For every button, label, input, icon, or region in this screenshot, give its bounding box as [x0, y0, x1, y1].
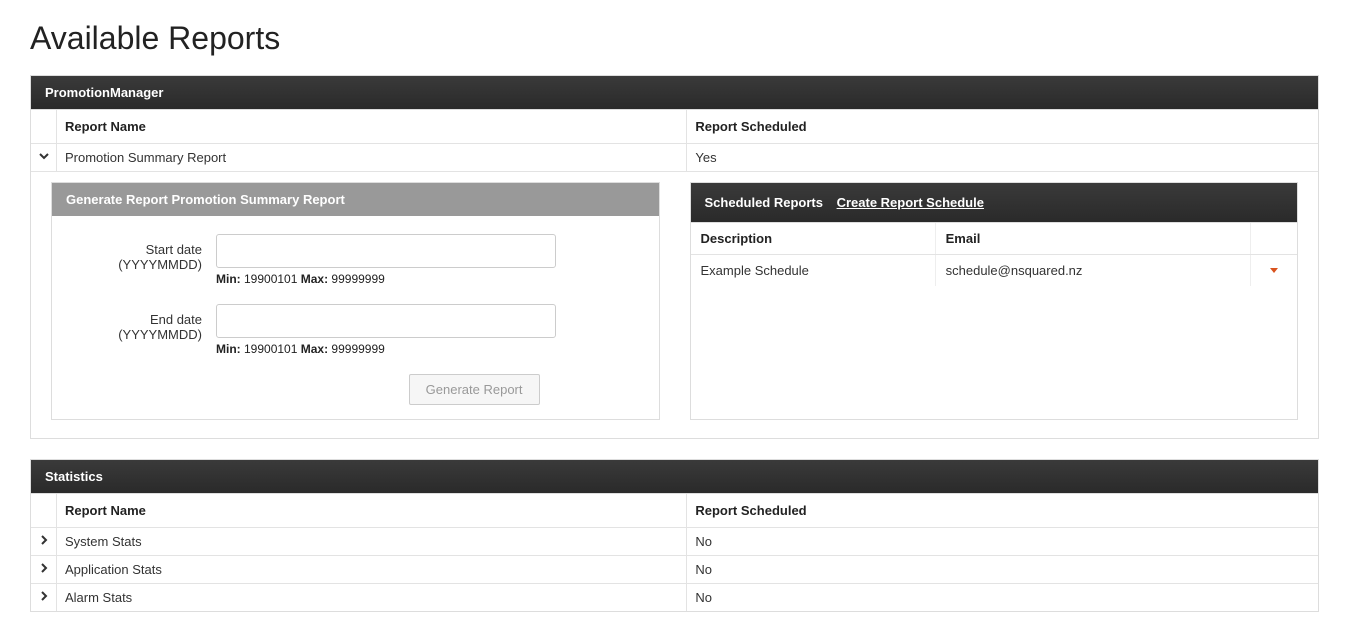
report-scheduled-cell: No	[687, 556, 1318, 583]
chevron-right-icon	[38, 562, 50, 577]
start-date-hint: Min: 19900101 Max: 99999999	[216, 272, 556, 286]
column-report-scheduled: Report Scheduled	[687, 110, 1318, 143]
promotion-table-header: Report Name Report Scheduled	[31, 109, 1318, 143]
report-scheduled-cell: No	[687, 584, 1318, 611]
statistics-section: Statistics Report Name Report Scheduled …	[30, 459, 1319, 612]
column-report-name: Report Name	[57, 494, 687, 527]
start-date-input[interactable]	[216, 234, 556, 268]
expand-toggle[interactable]	[31, 584, 57, 611]
schedule-description-cell: Example Schedule	[691, 255, 936, 286]
table-row[interactable]: Alarm Stats No	[31, 583, 1318, 611]
column-report-scheduled: Report Scheduled	[687, 494, 1318, 527]
column-report-name: Report Name	[57, 110, 687, 143]
end-date-hint: Min: 19900101 Max: 99999999	[216, 342, 556, 356]
end-date-label: End date (YYYYMMDD)	[66, 304, 216, 342]
report-name-cell: Promotion Summary Report	[57, 144, 687, 171]
column-description: Description	[691, 223, 936, 254]
table-row[interactable]: Application Stats No	[31, 555, 1318, 583]
schedule-actions-menu[interactable]	[1251, 255, 1297, 286]
generate-report-button[interactable]: Generate Report	[409, 374, 540, 405]
column-email: Email	[936, 223, 1251, 254]
expand-toggle[interactable]	[31, 144, 57, 171]
statistics-table-header: Report Name Report Scheduled	[31, 493, 1318, 527]
schedule-email-cell: schedule@nsquared.nz	[936, 255, 1251, 286]
report-scheduled-cell: No	[687, 528, 1318, 555]
start-date-label: Start date (YYYYMMDD)	[66, 234, 216, 272]
generate-report-header: Generate Report Promotion Summary Report	[52, 183, 659, 216]
expand-toggle[interactable]	[31, 556, 57, 583]
report-scheduled-cell: Yes	[687, 144, 1318, 171]
report-name-cell: System Stats	[57, 528, 687, 555]
promotion-section: PromotionManager Report Name Report Sche…	[30, 75, 1319, 439]
statistics-section-header: Statistics	[31, 460, 1318, 493]
report-name-cell: Application Stats	[57, 556, 687, 583]
caret-down-icon	[1270, 268, 1278, 273]
chevron-right-icon	[38, 534, 50, 549]
end-date-input[interactable]	[216, 304, 556, 338]
scheduled-reports-title: Scheduled Reports	[705, 195, 823, 210]
page-title: Available Reports	[30, 20, 1319, 57]
promotion-section-header: PromotionManager	[31, 76, 1318, 109]
table-row[interactable]: System Stats No	[31, 527, 1318, 555]
scheduled-reports-box: Scheduled Reports Create Report Schedule…	[690, 182, 1299, 420]
create-report-schedule-link[interactable]: Create Report Schedule	[837, 195, 984, 210]
report-name-cell: Alarm Stats	[57, 584, 687, 611]
expanded-panel: Generate Report Promotion Summary Report…	[31, 171, 1318, 438]
generate-report-box: Generate Report Promotion Summary Report…	[51, 182, 660, 420]
expand-toggle[interactable]	[31, 528, 57, 555]
chevron-right-icon	[38, 590, 50, 605]
table-row[interactable]: Promotion Summary Report Yes	[31, 143, 1318, 171]
chevron-down-icon	[38, 150, 50, 165]
schedule-row: Example Schedule schedule@nsquared.nz	[691, 254, 1298, 286]
